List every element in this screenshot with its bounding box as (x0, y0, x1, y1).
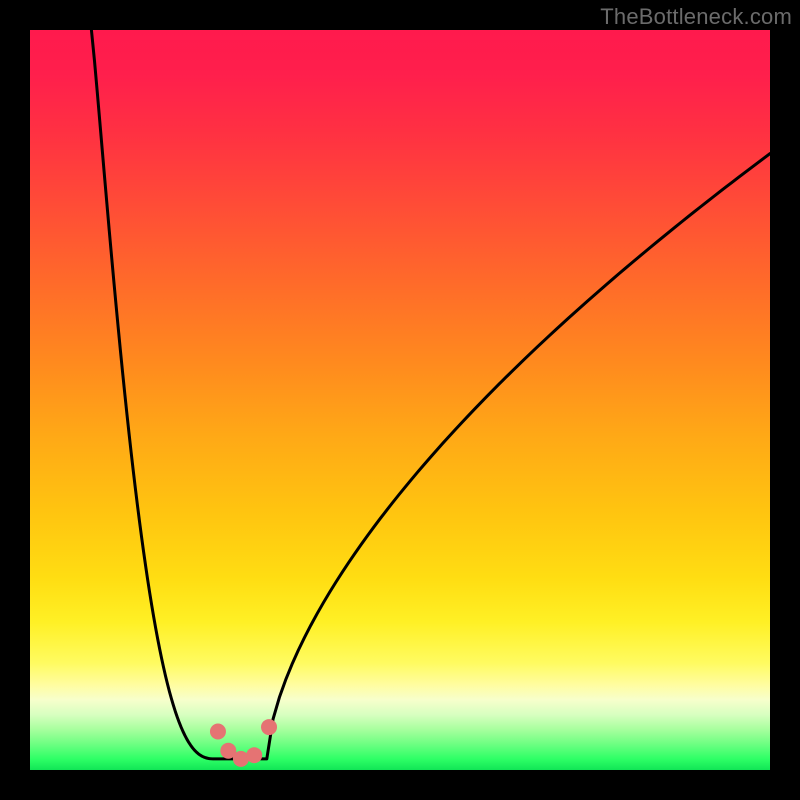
curve-layer (30, 30, 770, 770)
valley-marker (246, 747, 262, 763)
valley-marker (210, 724, 226, 740)
chart-frame: TheBottleneck.com (0, 0, 800, 800)
valley-marker (261, 719, 277, 735)
plot-area (30, 30, 770, 770)
bottleneck-curve (91, 30, 770, 759)
watermark-text: TheBottleneck.com (600, 4, 792, 30)
